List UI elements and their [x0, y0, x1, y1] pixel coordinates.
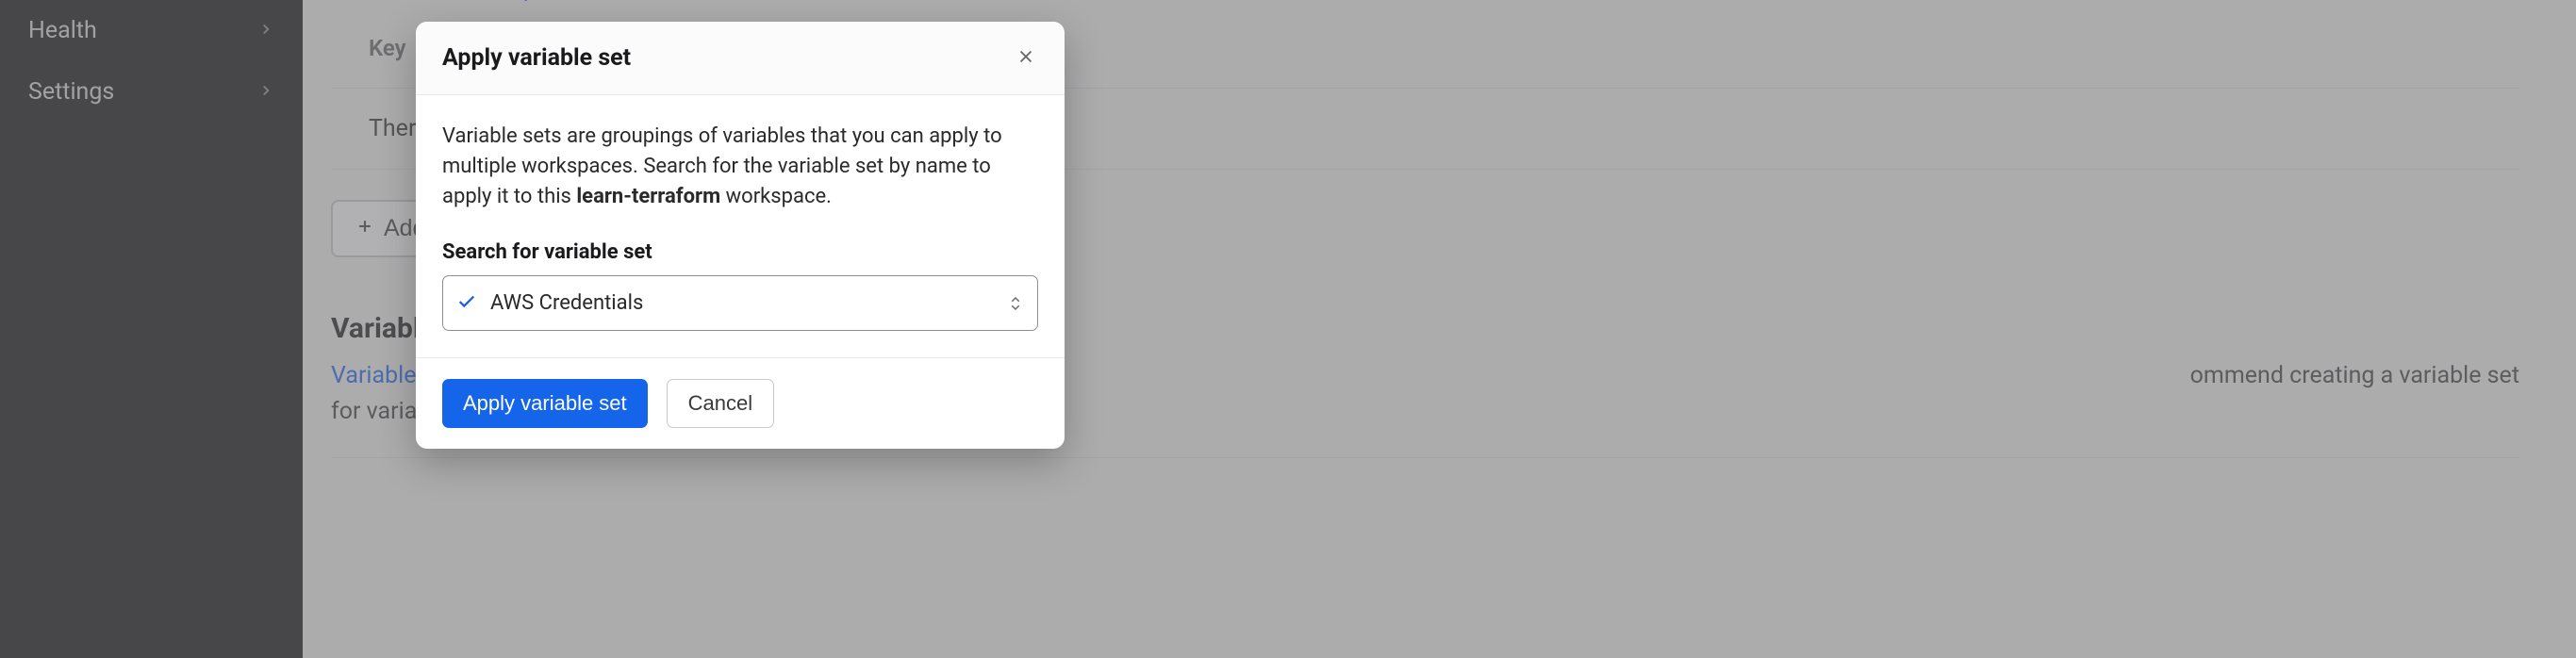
select-value: AWS Credentials: [490, 291, 643, 315]
workspace-name: learn-terraform: [576, 185, 720, 208]
modal-overlay[interactable]: [0, 0, 2576, 658]
close-button[interactable]: [1012, 42, 1040, 74]
chevron-updown-icon: [1007, 288, 1024, 319]
apply-variable-set-button[interactable]: Apply variable set: [442, 379, 648, 428]
modal-footer: Apply variable set Cancel: [416, 357, 1065, 449]
apply-variable-set-modal: Apply variable set Variable sets are gro…: [416, 22, 1065, 449]
modal-title: Apply variable set: [442, 44, 631, 72]
modal-body: Variable sets are groupings of variables…: [416, 95, 1065, 357]
check-icon: [456, 288, 477, 319]
cancel-button[interactable]: Cancel: [667, 379, 774, 428]
variable-set-select[interactable]: AWS Credentials: [442, 275, 1038, 331]
close-icon: [1016, 56, 1036, 70]
select-left: AWS Credentials: [456, 288, 643, 319]
search-variable-set-label: Search for variable set: [442, 240, 1038, 264]
modal-header: Apply variable set: [416, 22, 1065, 95]
text-fragment: workspace.: [720, 185, 832, 208]
modal-description: Variable sets are groupings of variables…: [442, 122, 1038, 212]
